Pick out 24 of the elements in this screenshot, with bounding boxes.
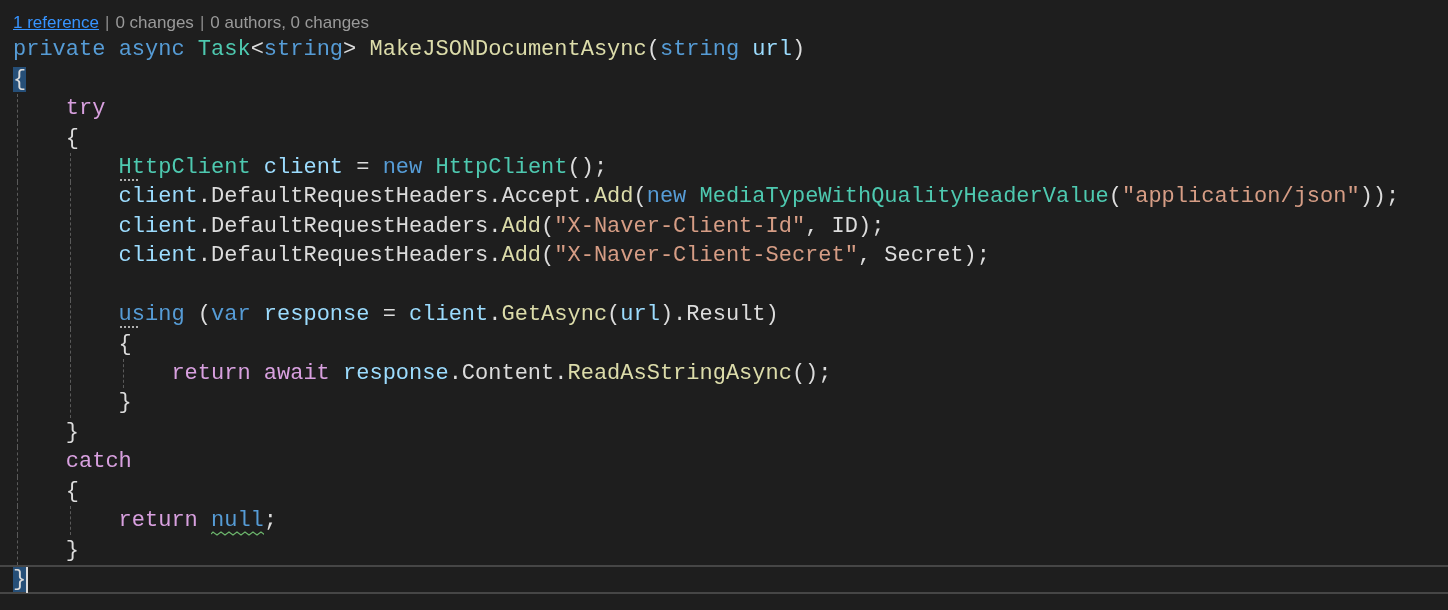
references-link[interactable]: 1 reference bbox=[13, 11, 99, 35]
code-line: try bbox=[65, 95, 106, 124]
separator-text: | bbox=[199, 12, 205, 34]
indent-guide bbox=[122, 358, 124, 389]
code-line: client.DefaultRequestHeaders.Add("X-Naver-Client-Secret", Secret); bbox=[118, 242, 990, 271]
code-line: } bbox=[65, 418, 79, 447]
separator-text: | bbox=[105, 12, 110, 34]
code-line: catch bbox=[65, 448, 132, 477]
code-line: using (var response = client.GetAsync(url).Result) bbox=[118, 301, 779, 330]
code-line: { bbox=[65, 477, 79, 506]
code-line: return null; bbox=[118, 507, 278, 536]
code-line: HttpClient client = new HttpClient(); bbox=[118, 153, 608, 182]
code-line: client.DefaultRequestHeaders.Accept.Add(new MediaTypeWithQualityHeaderValue("application/json")); bbox=[118, 183, 1400, 212]
code-line: } bbox=[65, 536, 79, 565]
code-line: private async Task<string> MakeJSONDocumentAsync(string url) bbox=[13, 36, 806, 65]
code-line: { bbox=[65, 124, 79, 153]
codelens-text: 0 authors, 0 changes bbox=[210, 12, 370, 34]
indent-guide bbox=[69, 506, 71, 536]
code-line: client.DefaultRequestHeaders.Add("X-Naver-Client-Id", ID); bbox=[118, 212, 885, 241]
code-line: { bbox=[118, 330, 132, 359]
codelens-text: 0 changes bbox=[115, 12, 194, 34]
text-cursor bbox=[26, 566, 29, 593]
code-line: return await response.Content.ReadAsStringAsync(); bbox=[171, 360, 832, 389]
code-line: } bbox=[118, 389, 132, 418]
